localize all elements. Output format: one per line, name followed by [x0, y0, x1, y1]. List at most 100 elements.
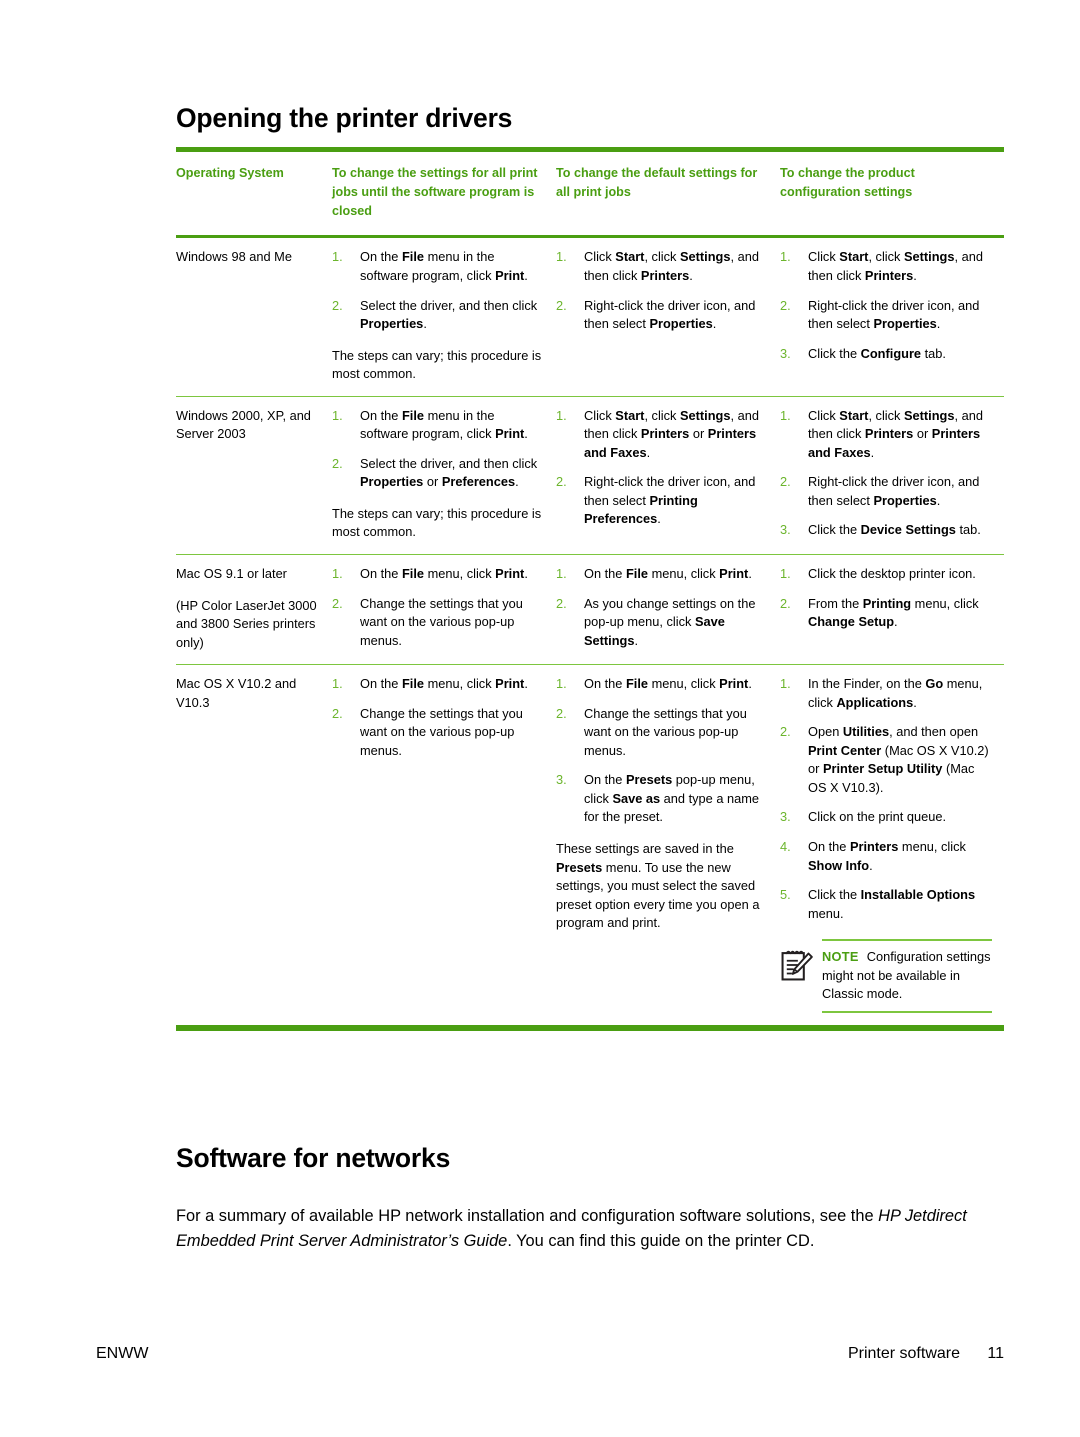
- step-text: On the: [584, 565, 626, 581]
- step-item: On the File menu, click Print.: [556, 565, 768, 584]
- emphasized-term: Settings: [904, 407, 955, 423]
- os-name-line: Mac OS 9.1 or later: [176, 565, 287, 581]
- note-pad-pencil-icon: [780, 947, 814, 983]
- step-item: Click the Installable Options menu.: [780, 886, 992, 923]
- os-name-line: Windows 2000, XP, and Server 2003: [176, 407, 311, 442]
- os-name-line: (HP Color LaserJet 3000 and 3800 Series …: [176, 597, 317, 650]
- step-item: Click Start, click Settings, and then cl…: [556, 407, 768, 463]
- step-item: Select the driver, and then click Proper…: [332, 455, 544, 492]
- table-cell-col3: On the File menu, click Print. Change the…: [556, 664, 780, 1031]
- step-text: These settings are saved in the: [556, 841, 734, 856]
- emphasized-term: Configure: [860, 345, 922, 361]
- step-text: .: [913, 694, 917, 710]
- step-text: From the: [808, 595, 863, 611]
- column-header-operating-system: Operating System: [176, 146, 332, 239]
- note-body: NOTE Configuration settings might not be …: [822, 939, 992, 1013]
- emphasized-term: Print: [495, 565, 525, 581]
- table-row: Windows 2000, XP, and Server 2003 On the …: [176, 396, 1004, 555]
- step-item: Click Start, click Settings, and then cl…: [780, 248, 992, 285]
- step-text: Click the: [808, 345, 861, 361]
- table-cell-col4: Click the desktop printer icon. From the …: [780, 554, 1004, 666]
- os-name-line: Windows 98 and Me: [176, 249, 292, 265]
- column-header-settings-until-closed: To change the settings for all print job…: [332, 146, 556, 239]
- emphasized-term: Go: [925, 676, 944, 692]
- emphasized-term: Start: [615, 249, 645, 265]
- emphasized-term: Settings: [904, 249, 955, 265]
- emphasized-term: Applications: [836, 694, 914, 710]
- table-row: Mac OS 9.1 or later (HP Color LaserJet 30…: [176, 554, 1004, 666]
- step-item: Click the Device Settings tab.: [780, 521, 992, 540]
- emphasized-term: Utilities: [842, 724, 890, 740]
- cell-trailing-note: These settings are saved in the Presets …: [556, 840, 768, 933]
- step-item: On the Printers menu, click Show Info.: [780, 838, 992, 875]
- step-text: On the: [360, 249, 402, 265]
- step-text: tab.: [955, 522, 981, 538]
- note-label: NOTE: [822, 949, 859, 965]
- step-text: , click: [868, 249, 904, 265]
- emphasized-term: Printing: [862, 595, 912, 611]
- step-item: Change the settings that you want on the…: [332, 705, 544, 761]
- step-text: .: [657, 511, 661, 527]
- networks-paragraph: For a summary of available HP network in…: [176, 1204, 1002, 1253]
- emphasized-term: Properties: [873, 492, 937, 508]
- table-cell-col2: On the File menu, click Print. Change the…: [332, 554, 556, 666]
- os-name-line: Mac OS X V10.2 and V10.3: [176, 676, 297, 710]
- emphasized-term: Print: [495, 676, 525, 692]
- table-cell-col3: On the File menu, click Print. As you cha…: [556, 554, 780, 666]
- step-list: Click Start, click Settings, and then cl…: [780, 407, 992, 540]
- step-text: , click: [644, 249, 680, 265]
- emphasized-term: Print: [719, 565, 749, 581]
- table-cell-col3: Click Start, click Settings, and then cl…: [556, 236, 780, 397]
- step-text: Click: [584, 407, 616, 423]
- emphasized-term: Print Center: [808, 742, 882, 758]
- step-text: .: [515, 474, 519, 490]
- step-text: .: [936, 492, 941, 508]
- step-text: .: [869, 857, 873, 873]
- table-header: Operating System To change the settings …: [176, 146, 1004, 239]
- emphasized-term: Show Info: [808, 857, 870, 873]
- step-text: On the: [584, 772, 626, 788]
- step-text: .: [634, 632, 639, 648]
- step-item: Select the driver, and then click Proper…: [332, 297, 544, 334]
- step-list: On the File menu in the software program…: [332, 407, 544, 492]
- footer-locale-code: ENWW: [96, 1345, 149, 1362]
- emphasized-term: Settings: [680, 249, 731, 265]
- page-title-opening-printer-drivers: Opening the printer drivers: [176, 103, 513, 133]
- step-item: Click on the print queue.: [780, 808, 992, 827]
- emphasized-term: Change Setup: [808, 614, 895, 630]
- footer-section-name: Printer software: [847, 1345, 960, 1362]
- step-list: In the Finder, on the Go menu, click App…: [780, 675, 992, 923]
- step-text: or: [913, 426, 932, 442]
- step-item: Click Start, click Settings, and then cl…: [556, 248, 768, 285]
- emphasized-term: Properties: [360, 316, 424, 332]
- emphasized-term: Print: [495, 267, 525, 283]
- emphasized-term: Presets: [556, 859, 603, 875]
- step-text: menu, click: [911, 595, 979, 611]
- table-row: Mac OS X V10.2 and V10.3 On the File menu…: [176, 664, 1004, 1031]
- step-item: On the Presets pop-up menu, click Save a…: [556, 771, 768, 827]
- table-cell-operating-system: Mac OS X V10.2 and V10.3: [176, 664, 332, 1031]
- step-list: On the File menu, click Print. As you cha…: [556, 565, 768, 650]
- emphasized-term: Settings: [680, 407, 731, 423]
- step-list: On the File menu, click Print. Change the…: [556, 675, 768, 827]
- step-text: , click: [868, 407, 904, 423]
- emphasized-term: Start: [839, 407, 869, 423]
- step-list: Click the desktop printer icon. From the …: [780, 565, 992, 632]
- step-text: Click: [584, 249, 616, 265]
- table-cell-col2: On the File menu in the software program…: [332, 236, 556, 397]
- step-text: On the: [360, 565, 402, 581]
- step-item: Click Start, click Settings, and then cl…: [780, 407, 992, 463]
- step-text: In the Finder, on the: [808, 676, 926, 692]
- step-text: Click on the print queue.: [808, 809, 947, 825]
- step-text: .: [748, 565, 752, 581]
- step-list: Click Start, click Settings, and then cl…: [556, 248, 768, 333]
- step-text: .: [712, 316, 717, 332]
- step-text: Click: [808, 407, 840, 423]
- emphasized-term: File: [401, 565, 425, 581]
- step-text: or: [423, 474, 442, 490]
- step-text: Open: [808, 724, 843, 740]
- step-text: .: [870, 444, 875, 460]
- emphasized-term: Printers: [864, 426, 914, 442]
- step-list: Click Start, click Settings, and then cl…: [556, 407, 768, 529]
- step-text: .: [646, 444, 651, 460]
